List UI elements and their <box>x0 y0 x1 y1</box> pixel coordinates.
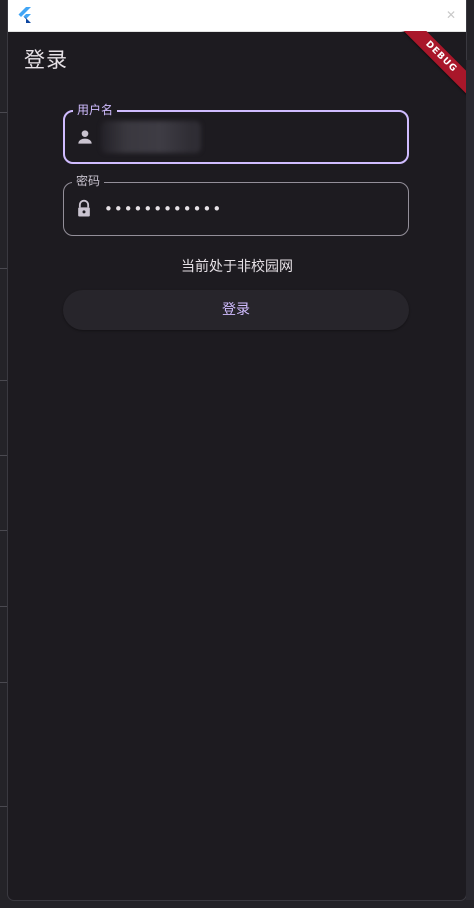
backdrop-divider <box>0 455 8 456</box>
username-value-redacted <box>101 121 201 153</box>
person-icon <box>78 130 92 144</box>
login-button[interactable]: 登录 <box>63 290 409 330</box>
backdrop-divider <box>0 682 8 683</box>
app-window: ✕ DEBUG 登录 用户名 密码 •••••••••••• 当前处于非校园网 … <box>8 0 466 900</box>
password-label: 密码 <box>72 174 105 188</box>
backdrop-divider <box>0 606 8 607</box>
backdrop-divider <box>0 380 8 381</box>
backdrop-divider <box>0 112 8 113</box>
password-field[interactable]: 密码 •••••••••••• <box>63 174 409 236</box>
username-label: 用户名 <box>73 103 118 117</box>
backdrop-divider <box>0 806 8 807</box>
backdrop-divider <box>0 268 8 269</box>
window-close-icon[interactable]: ✕ <box>446 8 456 22</box>
page-title: 登录 <box>24 48 68 72</box>
username-field[interactable]: 用户名 <box>63 103 409 164</box>
scrollbar-track[interactable] <box>466 60 474 900</box>
password-value: •••••••••••• <box>104 200 223 218</box>
flutter-logo-icon <box>18 7 31 23</box>
backdrop-divider <box>0 530 8 531</box>
debug-banner: DEBUG <box>396 31 466 101</box>
network-status-text: 当前处于非校园网 <box>181 259 293 275</box>
lock-icon <box>78 199 90 217</box>
window-titlebar: ✕ <box>8 0 466 32</box>
debug-banner-label: DEBUG <box>396 31 466 101</box>
